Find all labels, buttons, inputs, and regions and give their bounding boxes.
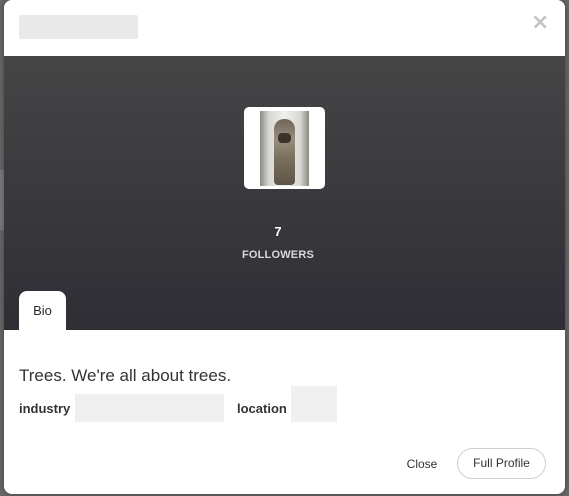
tab-bio[interactable]: Bio [19, 291, 66, 330]
modal-header: × [4, 0, 565, 56]
close-icon[interactable]: × [531, 12, 549, 34]
profile-modal: × 7 FOLLOWERS Bio Trees. We're all about… [4, 0, 565, 494]
profile-hero: 7 FOLLOWERS Bio [4, 56, 565, 330]
close-button[interactable]: Close [397, 450, 447, 478]
avatar-image [260, 111, 309, 186]
followers-label: FOLLOWERS [241, 249, 315, 261]
avatar-carving-shape [274, 119, 295, 185]
industry-value-placeholder [75, 394, 224, 422]
profile-name-placeholder [19, 15, 138, 39]
avatar [244, 107, 325, 189]
bio-text: Trees. We're all about trees. [19, 366, 232, 385]
bio-content: Trees. We're all about trees. industry l… [4, 330, 565, 494]
full-profile-button[interactable]: Full Profile [457, 448, 546, 479]
industry-label: industry [19, 401, 71, 416]
avatar-carving-face [278, 133, 291, 143]
location-value-placeholder [291, 386, 337, 422]
followers-count: 7 [274, 224, 282, 239]
location-label: location [237, 401, 287, 416]
